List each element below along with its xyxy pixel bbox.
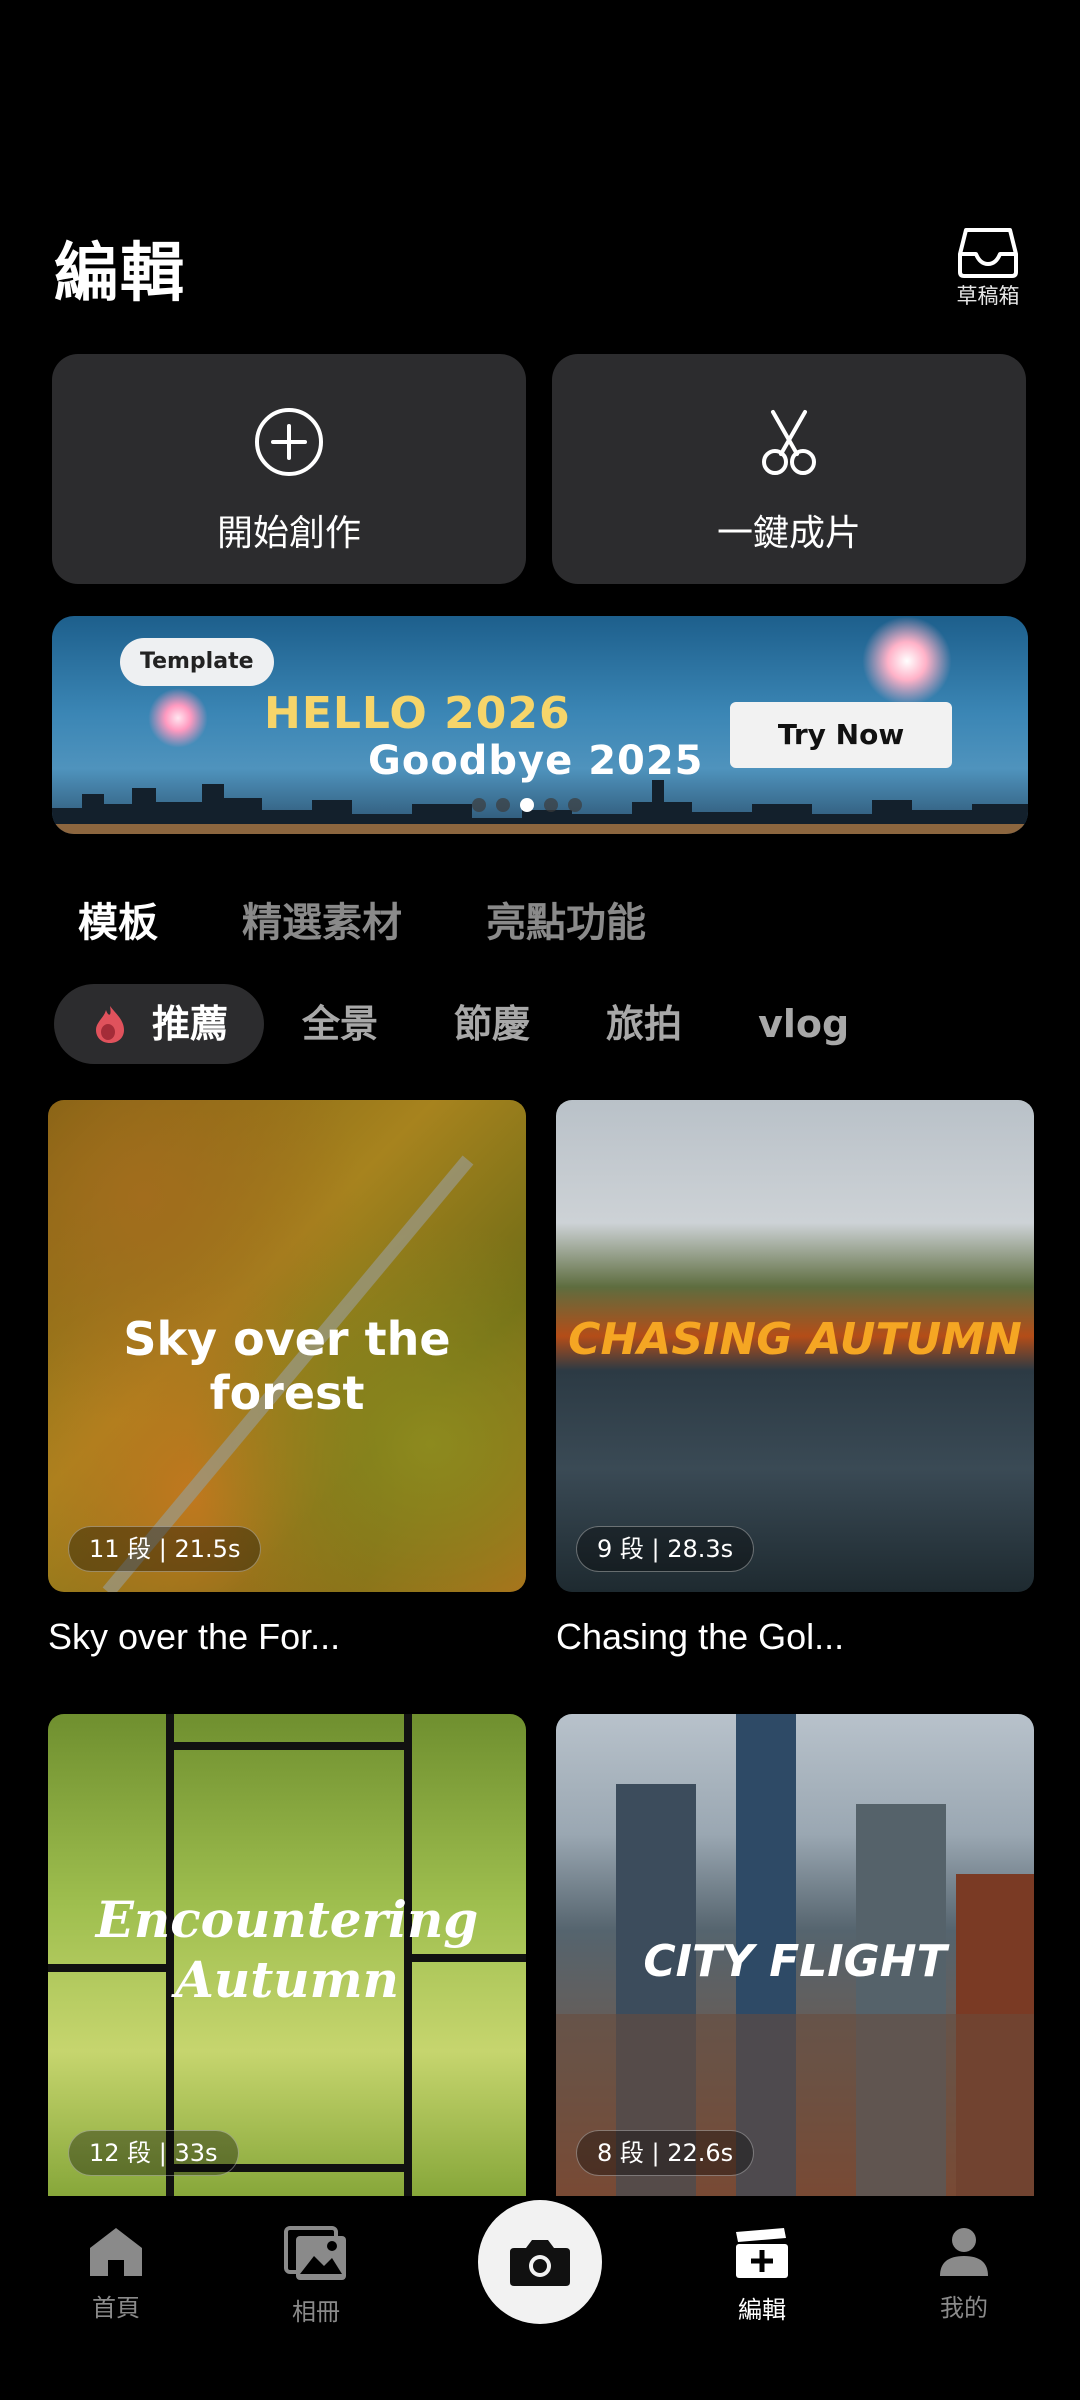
pagination-dot	[472, 798, 486, 812]
banner-headline: HELLO 2026	[264, 688, 571, 739]
profile-icon	[940, 2228, 988, 2276]
header: 編輯 草稿箱	[0, 0, 1080, 340]
nav-profile-label: 我的	[940, 2294, 988, 2322]
template-meta: 11 段 | 21.5s	[68, 1526, 262, 1572]
template-card[interactable]: Sky over the forest 11 段 | 21.5s Sky ove…	[48, 1100, 526, 1658]
chip-panorama[interactable]: 全景	[264, 984, 416, 1064]
start-create-label: 開始創作	[216, 513, 361, 554]
tab-templates[interactable]: 模板	[78, 890, 158, 948]
template-overlay-text: Sky over the forest	[123, 1312, 451, 1420]
pagination-dot	[544, 798, 558, 812]
nav-edit[interactable]: 編輯	[702, 2226, 822, 2325]
template-thumbnail: Sky over the forest 11 段 | 21.5s	[48, 1100, 526, 1592]
tab-featured-assets[interactable]: 精選素材	[242, 890, 402, 948]
pagination-dot	[496, 798, 510, 812]
flame-icon	[96, 1006, 124, 1043]
template-title: Chasing the Gol...	[556, 1616, 845, 1657]
chip-recommended[interactable]: 推薦	[54, 984, 265, 1064]
content-tabs: 模板 精選素材 亮點功能	[78, 890, 646, 948]
chip-vlog[interactable]: vlog	[720, 984, 887, 1064]
template-meta: 8 段 | 22.6s	[576, 2130, 755, 2176]
template-card[interactable]: CHASING AUTUMN 9 段 | 28.3s Chasing the G…	[556, 1100, 1034, 1658]
auto-edit-label: 一鍵成片	[716, 513, 861, 554]
camera-icon	[510, 2240, 570, 2286]
drafts-button[interactable]: 草稿箱	[948, 226, 1028, 310]
pagination-dot	[568, 798, 582, 812]
camera-button[interactable]	[478, 2200, 602, 2324]
album-icon	[284, 2226, 346, 2280]
nav-home[interactable]: 首頁	[56, 2226, 176, 2323]
template-tag: Template	[120, 638, 274, 686]
start-create-button[interactable]: 開始創作	[52, 354, 526, 584]
home-icon	[90, 2228, 142, 2276]
category-chips: 推薦 全景 節慶 旅拍 vlog	[54, 982, 887, 1066]
inbox-icon	[958, 228, 1018, 278]
template-thumbnail: Encountering Autumn 12 段 | 33s	[48, 1714, 526, 2196]
drafts-label: 草稿箱	[956, 284, 1020, 308]
promo-banner[interactable]: Template HELLO 2026 Goodbye 2025 Try Now	[52, 616, 1028, 834]
firework-decoration	[862, 616, 952, 706]
try-now-button[interactable]: Try Now	[730, 702, 952, 768]
nav-album[interactable]: 相冊	[256, 2226, 376, 2327]
template-card[interactable]: Encountering Autumn 12 段 | 33s	[48, 1714, 526, 2196]
tab-highlight-features[interactable]: 亮點功能	[486, 890, 646, 948]
template-title: Sky over the For...	[48, 1616, 341, 1657]
firework-decoration	[148, 688, 208, 748]
chip-recommended-label: 推薦	[152, 1002, 229, 1046]
chip-festival[interactable]: 節慶	[416, 984, 568, 1064]
chip-travel[interactable]: 旅拍	[568, 984, 720, 1064]
page-title: 編輯	[54, 237, 186, 311]
nav-profile[interactable]: 我的	[904, 2226, 1024, 2323]
template-card[interactable]: CITY FLIGHT 8 段 | 22.6s	[556, 1714, 1034, 2196]
banner-subheadline: Goodbye 2025	[368, 738, 704, 784]
template-meta: 12 段 | 33s	[68, 2130, 239, 2176]
nav-album-label: 相冊	[292, 2298, 340, 2326]
nav-home-label: 首頁	[92, 2294, 140, 2322]
template-thumbnail: CHASING AUTUMN 9 段 | 28.3s	[556, 1100, 1034, 1592]
auto-edit-button[interactable]: 一鍵成片	[552, 354, 1026, 584]
plus-circle-icon	[255, 408, 323, 476]
template-meta: 9 段 | 28.3s	[576, 1526, 755, 1572]
banner-pagination	[472, 798, 582, 812]
template-overlay-text: CHASING AUTUMN	[568, 1314, 1022, 1365]
nav-edit-label: 編輯	[738, 2296, 786, 2324]
scissors-icon	[762, 410, 816, 475]
template-overlay-text: Encountering Autumn	[95, 1890, 479, 2009]
bottom-navigation: 首頁 相冊 編輯 我的	[0, 2196, 1080, 2400]
template-thumbnail: CITY FLIGHT 8 段 | 22.6s	[556, 1714, 1034, 2196]
template-overlay-text: CITY FLIGHT	[643, 1936, 947, 1987]
edit-clapper-icon	[736, 2228, 788, 2278]
pagination-dot-active	[520, 798, 534, 812]
